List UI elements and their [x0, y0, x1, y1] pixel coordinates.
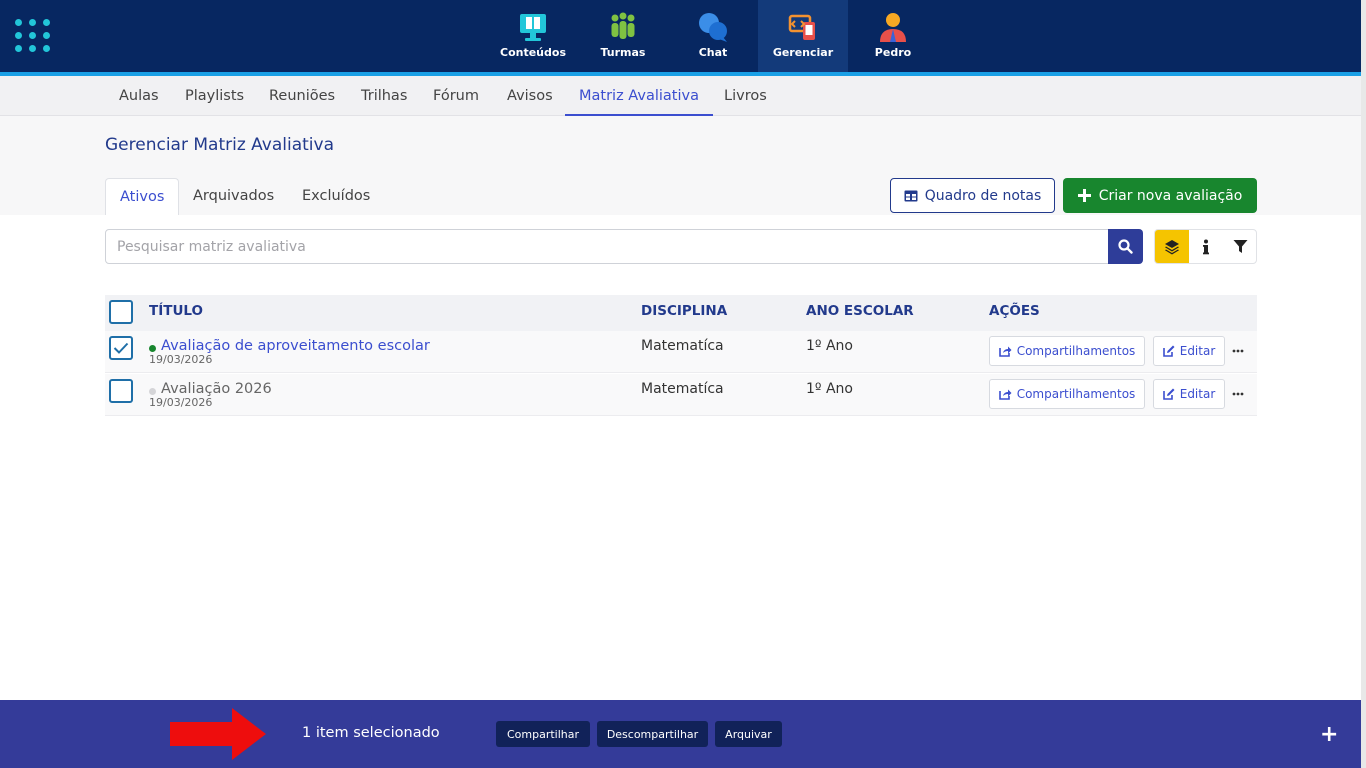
ellipsis-icon — [1232, 349, 1244, 353]
share-selected-button[interactable]: Compartilhar — [496, 721, 590, 747]
monitor-book-icon — [520, 14, 546, 41]
edit-label: Editar — [1179, 387, 1216, 401]
shares-button[interactable]: Compartilhamentos — [989, 379, 1145, 409]
table-row: Avaliação 2026 19/03/2026 Matematíca 1º … — [105, 374, 1257, 416]
filter-icon — [1233, 240, 1247, 253]
top-navbar: Conteúdos Turmas Chat Gerenciar Pedro — [0, 0, 1361, 72]
nav-label: Conteúdos — [500, 46, 566, 59]
row-date: 19/03/2026 — [149, 353, 213, 366]
row-date: 19/03/2026 — [149, 396, 213, 409]
table-icon — [904, 190, 918, 201]
people-icon — [611, 12, 635, 39]
active-status-dot — [149, 345, 156, 352]
apps-grid-icon[interactable] — [15, 19, 51, 53]
nav-label: Gerenciar — [772, 46, 834, 59]
archive-selected-button[interactable]: Arquivar — [715, 721, 782, 747]
row-title-link[interactable]: Avaliação 2026 — [161, 381, 272, 397]
search-input[interactable] — [105, 229, 1109, 264]
shares-button[interactable]: Compartilhamentos — [989, 336, 1145, 366]
header-grade: ANO ESCOLAR — [806, 303, 914, 319]
info-button[interactable] — [1189, 230, 1223, 263]
edit-button[interactable]: Editar — [1153, 336, 1225, 366]
tab-arquivados[interactable]: Arquivados — [193, 178, 274, 215]
inactive-status-dot — [149, 388, 156, 395]
subnav-forum[interactable]: Fórum — [433, 76, 479, 116]
grade-board-button[interactable]: Quadro de notas — [890, 178, 1055, 213]
header-title: TÍTULO — [149, 303, 203, 319]
nav-label: Pedro — [874, 46, 912, 59]
tab-excluidos[interactable]: Excluídos — [302, 178, 370, 215]
create-evaluation-button[interactable]: Criar nova avaliação — [1063, 178, 1257, 213]
select-all-checkbox[interactable] — [109, 300, 133, 324]
nav-chat[interactable]: Chat — [668, 0, 758, 72]
subnav-playlists[interactable]: Playlists — [185, 76, 244, 116]
user-avatar-icon — [880, 13, 906, 42]
unshare-selected-button[interactable]: Descompartilhar — [597, 721, 708, 747]
expand-plus-icon[interactable]: + — [1320, 724, 1338, 746]
row-subject: Matematíca — [641, 338, 724, 354]
checkmark-icon — [113, 342, 129, 354]
table-header: TÍTULO DISCIPLINA ANO ESCOLAR AÇÕES — [105, 295, 1257, 331]
subnav-matriz-avaliativa[interactable]: Matriz Avaliativa — [565, 76, 713, 116]
nav-gerenciar[interactable]: Gerenciar — [758, 0, 848, 72]
search-button[interactable] — [1108, 229, 1143, 264]
share-icon — [998, 389, 1012, 400]
header-actions: AÇÕES — [989, 303, 1040, 319]
sub-navbar: Aulas Playlists Reuniões Trilhas Fórum A… — [0, 76, 1361, 116]
nav-label: Turmas — [600, 46, 646, 59]
row-grade: 1º Ano — [806, 338, 853, 354]
create-evaluation-label: Criar nova avaliação — [1098, 187, 1243, 204]
share-icon — [998, 346, 1012, 357]
edit-icon — [1162, 388, 1175, 400]
page-scrollbar[interactable] — [1361, 0, 1366, 768]
nav-user-pedro[interactable]: Pedro — [848, 0, 938, 72]
selected-count-text: 1 item selecionado — [302, 725, 440, 741]
chat-bubbles-icon — [699, 13, 727, 42]
red-arrow-icon — [170, 708, 266, 760]
search-icon — [1118, 239, 1133, 254]
edit-button[interactable]: Editar — [1153, 379, 1225, 409]
row-grade: 1º Ano — [806, 381, 853, 397]
subnav-avisos[interactable]: Avisos — [507, 76, 553, 116]
layers-icon — [1165, 239, 1179, 254]
info-icon — [1203, 239, 1209, 254]
row-checkbox[interactable] — [109, 379, 133, 403]
header-subject: DISCIPLINA — [641, 303, 728, 319]
edit-label: Editar — [1179, 344, 1216, 358]
subnav-reunioes[interactable]: Reuniões — [269, 76, 335, 116]
tab-ativos[interactable]: Ativos — [105, 178, 180, 215]
shares-label: Compartilhamentos — [1016, 344, 1136, 358]
subnav-livros[interactable]: Livros — [724, 76, 767, 116]
nav-turmas[interactable]: Turmas — [578, 0, 668, 72]
subnav-trilhas[interactable]: Trilhas — [361, 76, 407, 116]
page-title: Gerenciar Matriz Avaliativa — [105, 135, 334, 155]
more-options-button[interactable] — [1226, 379, 1250, 409]
grade-board-label: Quadro de notas — [924, 187, 1042, 204]
plus-icon — [1077, 189, 1091, 202]
row-title-link[interactable]: Avaliação de aproveitamento escolar — [161, 338, 430, 354]
ellipsis-icon — [1232, 392, 1244, 396]
more-options-button[interactable] — [1226, 336, 1250, 366]
row-subject: Matematíca — [641, 381, 724, 397]
nav-label: Chat — [698, 46, 728, 59]
edit-icon — [1162, 345, 1175, 357]
shares-label: Compartilhamentos — [1016, 387, 1136, 401]
subnav-aulas[interactable]: Aulas — [119, 76, 159, 116]
manage-devices-icon — [788, 14, 815, 40]
layers-button[interactable] — [1155, 230, 1189, 263]
view-tools — [1154, 229, 1257, 264]
row-checkbox-checked[interactable] — [109, 336, 133, 360]
table-row: Avaliação de aproveitamento escolar 19/0… — [105, 331, 1257, 373]
nav-conteudos[interactable]: Conteúdos — [488, 0, 578, 72]
filter-button[interactable] — [1223, 230, 1257, 263]
